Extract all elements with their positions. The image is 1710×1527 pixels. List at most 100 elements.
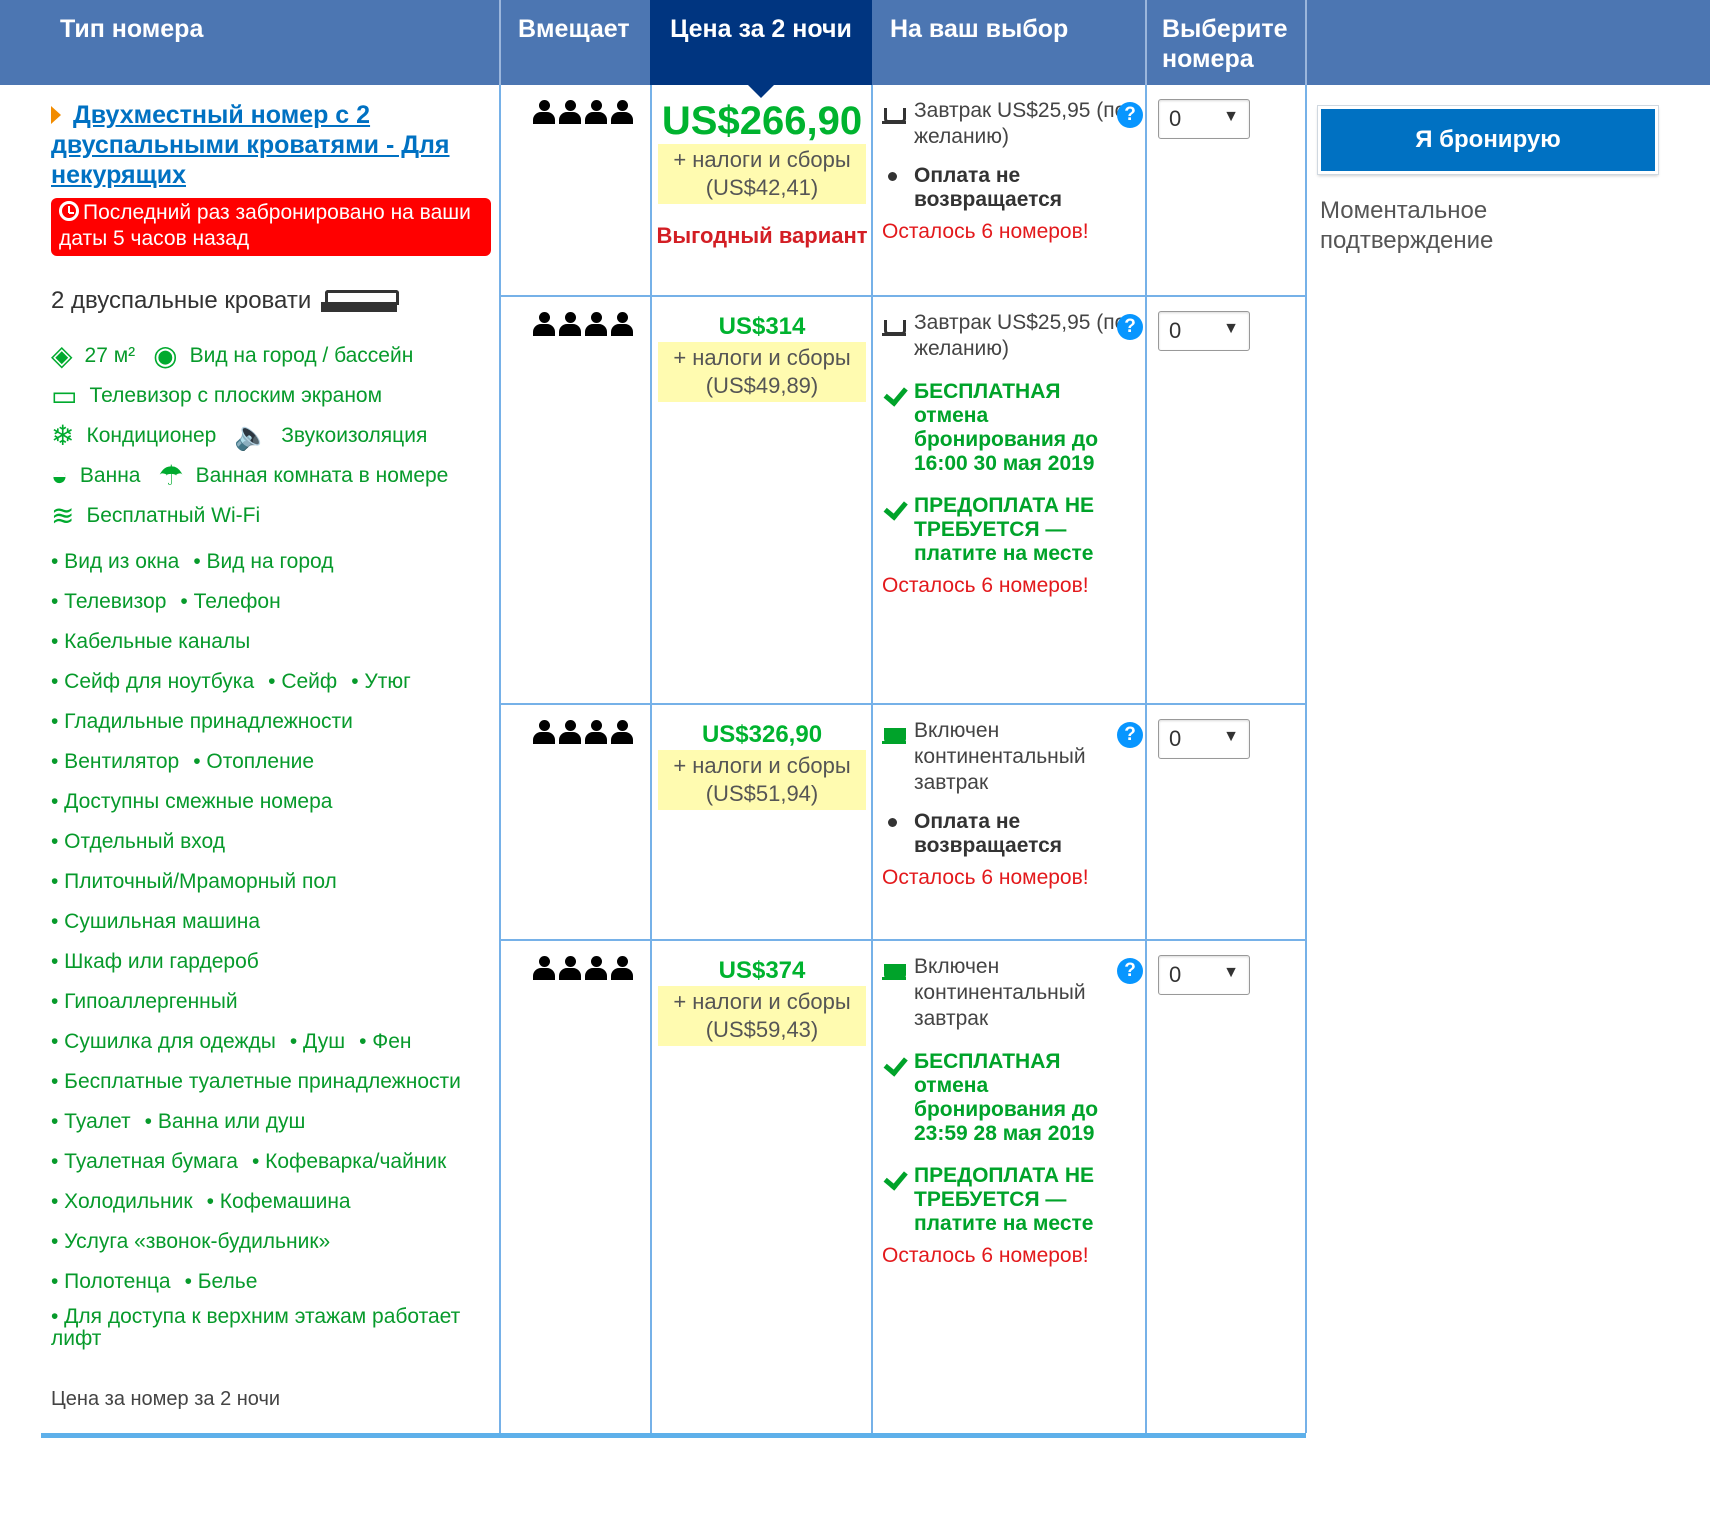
taxes-note: + налоги и сборы (US$59,43) <box>658 986 866 1046</box>
amenity-item: • Туалет <box>51 1110 131 1133</box>
amenity-item: • Для доступа к верхним этажам работает … <box>51 1305 461 1350</box>
taxes-note: + налоги и сборы (US$42,41) <box>658 144 866 204</box>
person-icon <box>611 956 633 980</box>
person-icon <box>533 956 555 980</box>
facility-row: ▭ Телевизор с плоским экраном <box>51 376 491 416</box>
amenity-item: • Шкаф или гардероб <box>51 950 259 973</box>
price-value: US$374 <box>718 957 806 984</box>
help-icon[interactable]: ? <box>1117 958 1143 984</box>
amenity-row: • Полотенца • Белье <box>51 1262 491 1302</box>
facility-list: ◈ 27 м² ◉ Вид на город / бассейн ▭ Телевизо… <box>51 336 491 536</box>
price-cell: US$314 + налоги и сборы (US$49,89) <box>652 312 872 402</box>
meal-option: Включен континентальный завтрак ? <box>882 954 1143 1032</box>
facility-item: ◒ Ванна <box>51 461 140 491</box>
price-cell: US$266,90 + налоги и сборы (US$42,41) Вы… <box>652 98 872 250</box>
caret-right-icon <box>51 106 61 124</box>
coffee-cup-icon <box>882 100 906 124</box>
amenity-item: • Кабельные каналы <box>51 630 251 653</box>
policy-item: ПРЕДОПЛАТА НЕ ТРЕБУЕТСЯ — платите на мес… <box>882 494 1137 566</box>
person-icon <box>611 100 633 124</box>
amenity-item: • Сейф <box>268 670 338 693</box>
room-size-icon: ◈ <box>51 340 73 371</box>
person-icon <box>559 312 581 336</box>
checkmark-icon <box>884 1168 904 1184</box>
book-button[interactable]: Я бронирую <box>1318 106 1658 174</box>
rooms-left: Осталось 6 номеров! <box>882 574 1089 597</box>
amenity-row: • Шкаф или гардероб <box>51 942 491 982</box>
person-icon <box>559 720 581 744</box>
checkmark-icon <box>884 498 904 514</box>
row-divider <box>499 295 1307 297</box>
amenity-list: • Вид из окна • Вид на город • Телевизор • … <box>51 542 491 1350</box>
facility-item: ◈ 27 м² <box>51 341 135 371</box>
rooms-left: Осталось 6 номеров! <box>882 220 1089 243</box>
amenity-item: • Услуга «звонок-будильник» <box>51 1230 331 1253</box>
policy-item: Оплата не возвращается <box>882 164 1137 212</box>
facility-item: ≋ Бесплатный Wi-Fi <box>51 501 260 531</box>
amenity-item: • Сейф для ноутбука <box>51 670 255 693</box>
table-header: Тип номера Вмещает Цена за 2 ночи На ваш… <box>0 0 1710 98</box>
person-icon <box>533 312 555 336</box>
room-title-link[interactable]: Двухместный номер с 2 двуспальными крова… <box>51 100 491 190</box>
facility-item: ▭ Телевизор с плоским экраном <box>51 381 382 411</box>
help-icon[interactable]: ? <box>1117 314 1143 340</box>
facility-item: ◉ Вид на город / бассейн <box>153 341 413 371</box>
room-quantity-select[interactable]: 0 ▼ <box>1158 311 1250 351</box>
snowflake-icon: ❄ <box>51 420 75 451</box>
bath-icon: ◒ <box>51 460 68 491</box>
person-icon <box>611 720 633 744</box>
help-icon[interactable]: ? <box>1117 722 1143 748</box>
checkmark-icon <box>884 384 904 400</box>
facility-item: ☂ Ванная комната в номере <box>158 461 448 491</box>
room-quantity-select[interactable]: 0 ▼ <box>1158 99 1250 139</box>
price-value: US$266,90 <box>661 99 863 143</box>
policy-text: БЕСПЛАТНАЯ отмена бронирования до 23:59 … <box>914 1050 1099 1145</box>
amenity-row: • Плиточный/Мраморный пол <box>51 862 491 902</box>
facility-row: ◒ Ванна ☂ Ванная комната в номере <box>51 456 491 496</box>
amenity-row: • Услуга «звонок-будильник» <box>51 1222 491 1262</box>
price-value: US$326,90 <box>701 721 823 748</box>
header-price: Цена за 2 ночи <box>650 0 872 98</box>
help-icon[interactable]: ? <box>1117 102 1143 128</box>
policy-item: Оплата не возвращается <box>882 810 1137 858</box>
amenity-row: • Туалетная бумага • Кофеварка/чайник <box>51 1142 491 1182</box>
chevron-down-icon: ▼ <box>1223 108 1239 125</box>
select-value: 0 <box>1169 318 1182 343</box>
amenity-row: • Сушильная машина <box>51 902 491 942</box>
select-value: 0 <box>1169 962 1182 987</box>
amenity-item: • Белье <box>184 1270 258 1293</box>
room-quantity-select[interactable]: 0 ▼ <box>1158 719 1250 759</box>
amenity-item: • Душ <box>289 1030 346 1053</box>
amenity-item: • Туалетная бумага <box>51 1150 238 1173</box>
coffee-cup-icon <box>882 720 906 744</box>
column-divider <box>1305 85 1307 1433</box>
tv-icon: ▭ <box>51 380 78 411</box>
room-quantity-select[interactable]: 0 ▼ <box>1158 955 1250 995</box>
bed-icon <box>321 286 400 316</box>
eye-icon: ◉ <box>153 340 178 371</box>
meal-option: Завтрак US$25,95 (по желанию) ? <box>882 310 1143 362</box>
column-divider <box>1145 85 1147 1433</box>
rooms-left: Осталось 6 номеров! <box>882 1244 1089 1267</box>
amenity-item: • Телефон <box>180 590 281 613</box>
room-type-cell: Двухместный номер с 2 двуспальными крова… <box>51 100 491 1411</box>
amenity-row: • Кабельные каналы <box>51 622 491 662</box>
facility-label: Ванна <box>79 464 141 487</box>
price-cell: US$374 + налоги и сборы (US$59,43) <box>652 956 872 1046</box>
amenity-item: • Утюг <box>351 670 411 693</box>
amenity-row: • Бесплатные туалетные принадлежности <box>51 1062 491 1102</box>
capacity-icons <box>533 312 643 342</box>
meal-text: Включен континентальный завтрак <box>914 955 1086 1030</box>
meal-text: Завтрак US$25,95 (по желанию) <box>914 99 1127 148</box>
header-room-type: Тип номера <box>60 15 204 43</box>
taxes-note: + налоги и сборы (US$51,94) <box>658 750 866 810</box>
amenity-item: • Сушилка для одежды <box>51 1030 276 1053</box>
amenity-row: • Туалет • Ванна или душ <box>51 1102 491 1142</box>
meal-option: Включен континентальный завтрак ? <box>882 718 1143 796</box>
coffee-cup-icon <box>882 312 906 336</box>
chevron-down-icon: ▼ <box>1223 728 1239 745</box>
facility-row: ≋ Бесплатный Wi-Fi <box>51 496 491 536</box>
person-icon <box>585 100 607 124</box>
header-divider <box>1305 0 1307 85</box>
person-icon <box>533 100 555 124</box>
